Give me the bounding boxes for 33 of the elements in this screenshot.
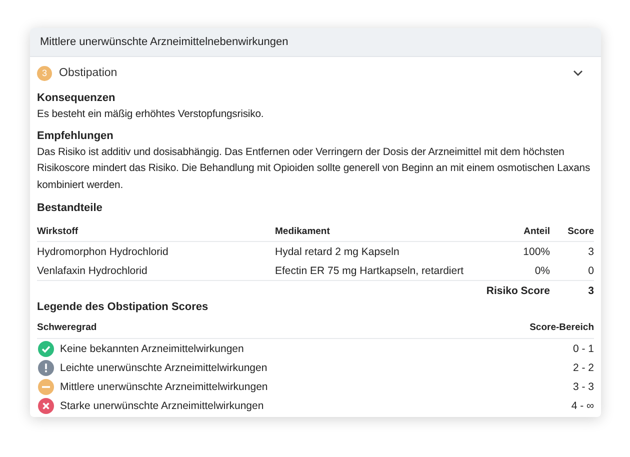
- score-range: 4 - ∞: [571, 400, 594, 412]
- table-cell: Hydal retard 2 mg Kapseln: [275, 242, 480, 261]
- score-range: 3 - 3: [572, 380, 594, 392]
- section-text: Es besteht ein mäßig erhöhtes Verstopfungsrisiko.: [37, 108, 265, 122]
- section-heading: Legende des Obstipation Scores: [37, 300, 210, 315]
- score-range: 0 - 1: [572, 342, 594, 354]
- severity-label: Mittlere unerwünschte Arzneimittelwirkungen: [60, 380, 268, 392]
- card-title: Mittlere unerwünschte Arzneimittelnebenwirkungen: [40, 36, 288, 48]
- severity-label: Starke unerwünschte Arzneimittelwirkungen: [60, 400, 264, 412]
- table-cell: 0%: [480, 261, 550, 280]
- section-text: Das Risiko ist additiv und dosisabhängig. Das Entfernen oder Verringern der Dosis der Arzneimittel mit dem höchsten Risikoscore mindert das Risiko. Die Behandlung mit Opioiden sollte generell von Beginn an mit einem osmotischen Laxans kombiniert werden.: [37, 146, 592, 192]
- severity-label: Leichte unerwünschte Arzneimittelwirkungen: [60, 362, 268, 374]
- column-header: Wirkstoff: [37, 224, 275, 242]
- severity-label: Keine bekannten Arzneimittelwirkungen: [60, 342, 244, 354]
- column-header: Score-Bereich: [530, 322, 594, 333]
- score-badge: 3: [37, 66, 52, 80]
- total-value: 3: [550, 280, 594, 300]
- table-cell: 100%: [480, 242, 550, 261]
- column-header: Score: [550, 224, 594, 242]
- table-cell: 3: [550, 242, 594, 261]
- column-header: Anteil: [480, 224, 550, 242]
- section-heading: Konsequenzen: [37, 91, 116, 106]
- section-heading: Bestandteile: [37, 201, 104, 216]
- score-range: 2 - 2: [572, 362, 594, 374]
- column-header: Schweregrad: [37, 322, 97, 333]
- column-header: Medikament: [275, 224, 480, 242]
- total-label: Risiko Score: [480, 280, 550, 300]
- accordion-header[interactable]: 3 Obstipation: [37, 57, 594, 89]
- section-heading: Empfehlungen: [37, 128, 114, 144]
- table-cell: Hydromorphon Hydrochlorid: [37, 242, 275, 261]
- table-cell: Efectin ER 75 mg Hartkapseln, retardiert: [275, 261, 480, 280]
- table-cell: Venlafaxin Hydrochlorid: [37, 261, 275, 280]
- table-cell: 0: [550, 261, 594, 280]
